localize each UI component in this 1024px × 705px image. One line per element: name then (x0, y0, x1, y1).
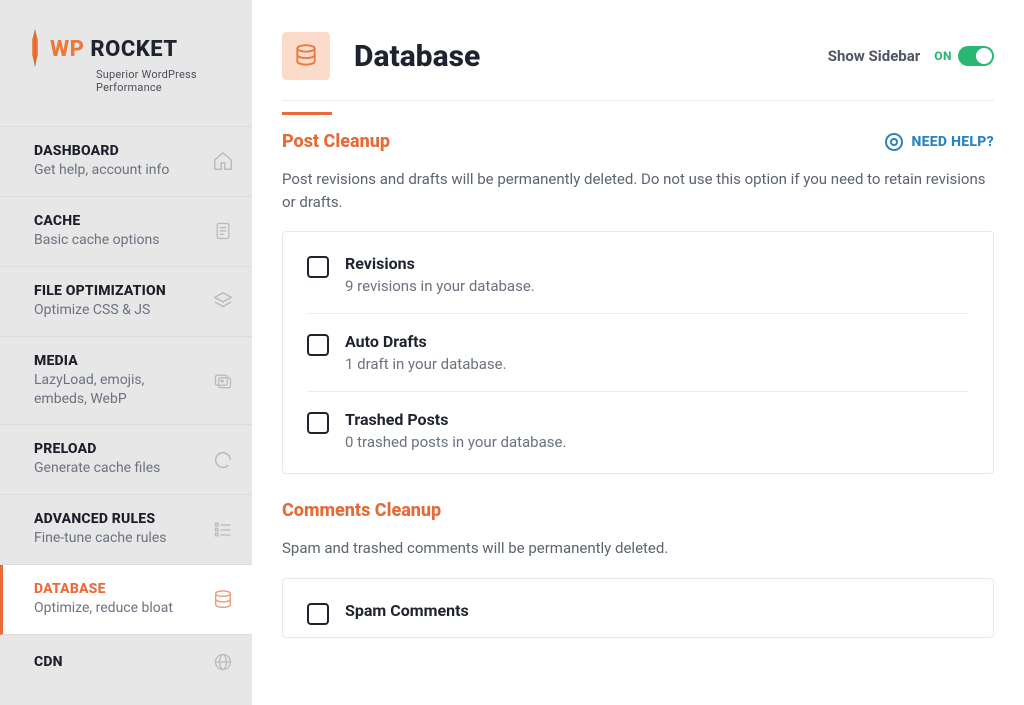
sidebar-item-sub: Basic cache options (34, 231, 159, 250)
checkbox-auto-drafts[interactable] (307, 334, 329, 356)
sidebar-item-title: DASHBOARD (34, 143, 169, 159)
sidebar-item-title: FILE OPTIMIZATION (34, 283, 166, 299)
lifering-icon (885, 133, 903, 151)
sidebar-item-title: MEDIA (34, 353, 194, 369)
brand-tagline: Superior WordPress Performance (96, 68, 226, 94)
sidebar-item-cdn[interactable]: CDN (0, 635, 252, 689)
sidebar-item-dashboard[interactable]: DASHBOARD Get help, account info (0, 126, 252, 197)
sidebar: WP ROCKET Superior WordPress Performance… (0, 0, 252, 705)
sidebar-item-advanced-rules[interactable]: ADVANCED RULES Fine-tune cache rules (0, 495, 252, 565)
option-subtitle: 9 revisions in your database. (345, 277, 535, 295)
page-header: Database Show Sidebar ON (282, 32, 994, 101)
sidebar-nav: DASHBOARD Get help, account info CACHE B… (0, 126, 252, 689)
sidebar-item-preload[interactable]: PRELOAD Generate cache files (0, 425, 252, 495)
list-icon (212, 519, 234, 541)
brand-name: WP ROCKET (50, 37, 178, 62)
layers-icon (212, 290, 234, 312)
comments-cleanup-card: Spam Comments (282, 578, 994, 638)
option-subtitle: 0 trashed posts in your database. (345, 433, 566, 451)
checkbox-revisions[interactable] (307, 256, 329, 278)
section-post-cleanup: Post Cleanup NEED HELP? Post revisions a… (282, 131, 994, 474)
brand-logo: WP ROCKET Superior WordPress Performance (0, 0, 252, 98)
post-cleanup-card: Revisions 9 revisions in your database. … (282, 231, 994, 474)
option-title: Spam Comments (345, 601, 469, 620)
sidebar-item-sub: Optimize CSS & JS (34, 301, 166, 320)
images-icon (212, 370, 234, 392)
show-sidebar-toggle[interactable]: ON (934, 46, 994, 66)
option-title: Auto Drafts (345, 332, 507, 351)
section-comments-cleanup: Comments Cleanup Spam and trashed commen… (282, 500, 994, 638)
toggle-state-label: ON (934, 49, 952, 63)
sidebar-item-title: CDN (34, 654, 63, 670)
section-description: Spam and trashed comments will be perman… (282, 537, 994, 560)
option-spam-comments[interactable]: Spam Comments (307, 583, 969, 633)
sidebar-item-title: PRELOAD (34, 441, 160, 457)
sidebar-item-title: ADVANCED RULES (34, 511, 167, 527)
active-tab-underline (282, 112, 332, 115)
need-help-link[interactable]: NEED HELP? (885, 133, 994, 151)
option-title: Trashed Posts (345, 410, 566, 429)
sidebar-item-title: DATABASE (34, 581, 173, 597)
main-content: Database Show Sidebar ON Post Cleanup NE… (252, 0, 1024, 705)
option-revisions[interactable]: Revisions 9 revisions in your database. (307, 236, 969, 314)
sidebar-item-media[interactable]: MEDIA LazyLoad, emojis, embeds, WebP (0, 337, 252, 426)
option-title: Revisions (345, 254, 535, 273)
show-sidebar-label: Show Sidebar (828, 47, 921, 65)
option-trashed-posts[interactable]: Trashed Posts 0 trashed posts in your da… (307, 392, 969, 469)
sidebar-item-title: CACHE (34, 213, 159, 229)
section-title: Comments Cleanup (282, 500, 441, 521)
option-auto-drafts[interactable]: Auto Drafts 1 draft in your database. (307, 314, 969, 392)
sidebar-item-cache[interactable]: CACHE Basic cache options (0, 197, 252, 267)
page-title: Database (354, 39, 480, 74)
sidebar-item-sub: LazyLoad, emojis, embeds, WebP (34, 371, 194, 409)
database-header-icon (282, 32, 330, 80)
file-icon (212, 220, 234, 242)
need-help-label: NEED HELP? (911, 134, 994, 150)
sidebar-item-sub: Get help, account info (34, 161, 169, 180)
globe-icon (212, 651, 234, 673)
sidebar-item-sub: Fine-tune cache rules (34, 529, 167, 548)
sidebar-item-sub: Optimize, reduce bloat (34, 599, 173, 618)
toggle-switch-icon (958, 46, 994, 66)
section-title: Post Cleanup (282, 131, 390, 152)
checkbox-spam-comments[interactable] (307, 603, 329, 625)
checkbox-trashed-posts[interactable] (307, 412, 329, 434)
refresh-icon (212, 449, 234, 471)
option-subtitle: 1 draft in your database. (345, 355, 507, 373)
section-description: Post revisions and drafts will be perman… (282, 168, 994, 213)
sidebar-item-database[interactable]: DATABASE Optimize, reduce bloat (0, 565, 252, 635)
rocket-logo-icon (26, 28, 44, 70)
sidebar-item-sub: Generate cache files (34, 459, 160, 478)
database-icon (212, 589, 234, 611)
sidebar-item-file-optimization[interactable]: FILE OPTIMIZATION Optimize CSS & JS (0, 267, 252, 337)
home-icon (212, 150, 234, 172)
